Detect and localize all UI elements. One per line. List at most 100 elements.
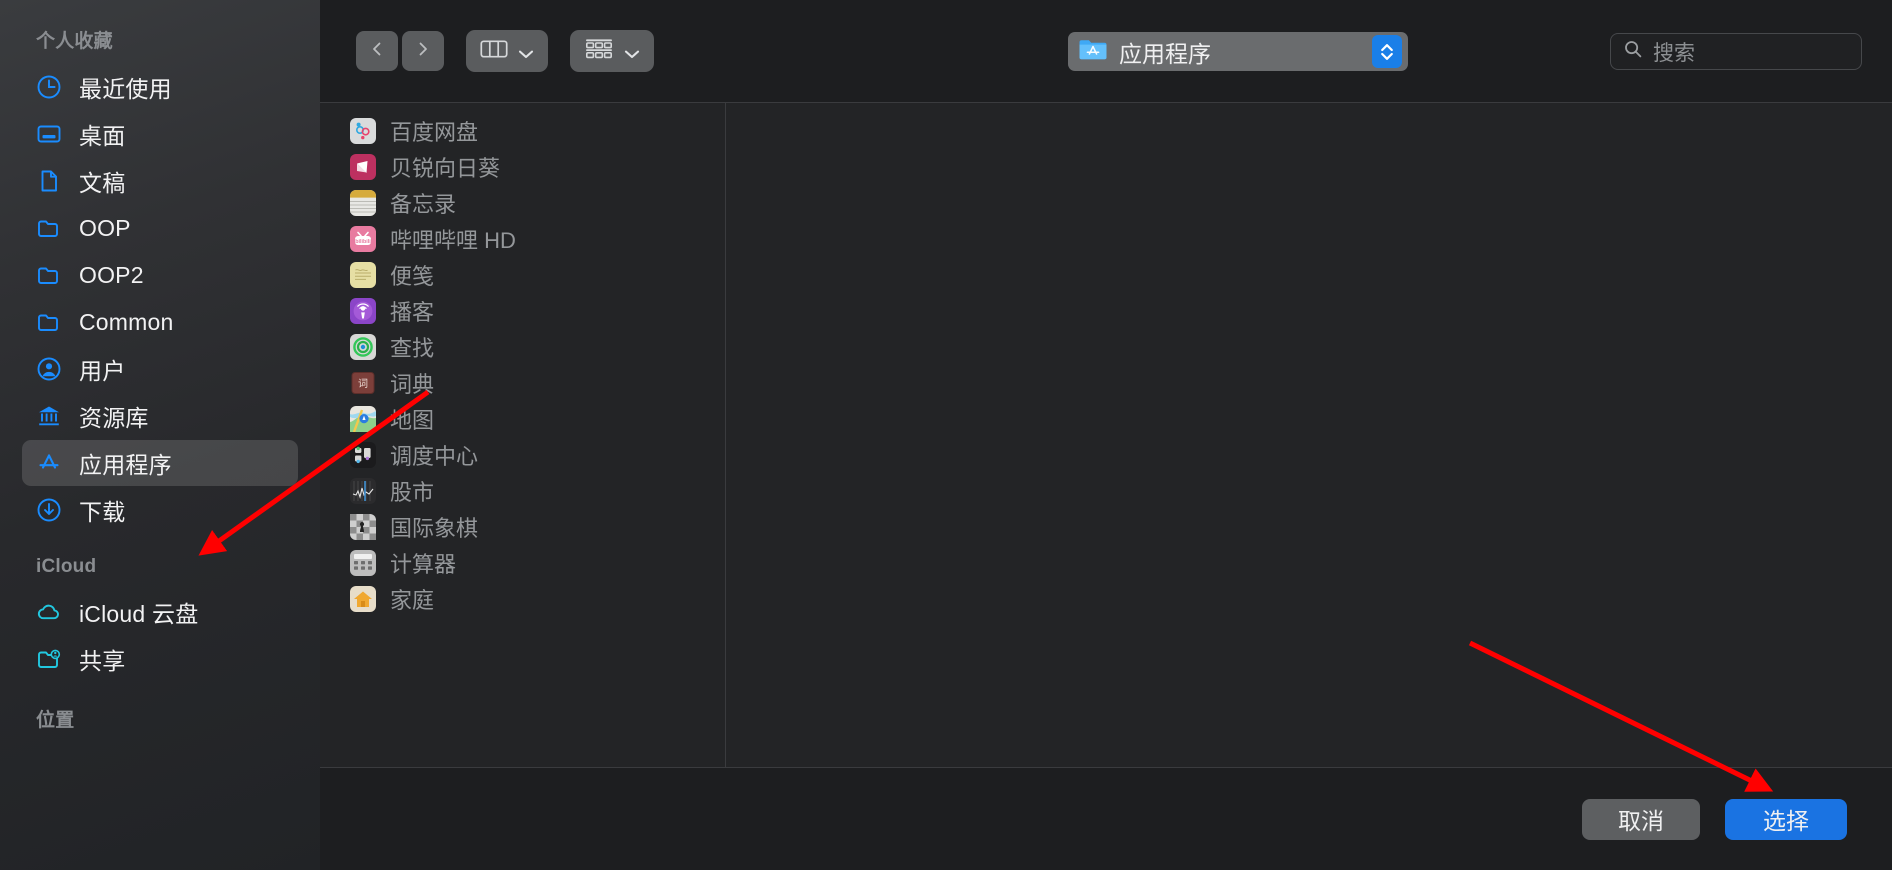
list-item-label: 查找 <box>390 336 435 361</box>
chevron-down-icon <box>518 46 534 59</box>
choose-button[interactable]: 选择 <box>1725 798 1847 840</box>
path-popup-button[interactable]: 应用程序 <box>1068 32 1408 71</box>
group-by-icon <box>584 37 614 66</box>
sidebar-item-recents[interactable]: 最近使用 <box>22 64 298 110</box>
file-list-column[interactable]: 百度网盘 贝锐向日葵 备忘录 bilibili 哔哩哔哩 HD 便笺 播客 查找… <box>320 103 726 767</box>
sidebar-item-label: OOP2 <box>79 261 144 288</box>
back-button[interactable] <box>356 31 398 71</box>
group-by-button[interactable] <box>570 30 654 72</box>
stocks-icon <box>350 478 376 504</box>
chevron-left-icon <box>367 39 387 64</box>
document-icon <box>36 168 62 194</box>
sidebar-section-title-favorites: 个人收藏 <box>36 31 113 52</box>
list-item-label: 百度网盘 <box>390 120 479 145</box>
desktop-icon <box>36 121 62 147</box>
sidebar-item-downloads[interactable]: 下载 <box>22 487 298 533</box>
user-icon <box>36 356 62 382</box>
sunlogin-icon <box>350 154 376 180</box>
list-item[interactable]: 国际象棋 <box>320 509 725 545</box>
view-mode-button[interactable] <box>466 30 548 72</box>
cancel-button[interactable]: 取消 <box>1582 798 1700 840</box>
sidebar-item-shared[interactable]: 共享 <box>22 636 298 682</box>
sidebar: 个人收藏 最近使用 桌面 文稿 OOP OOP2 Common 用户 资源库 应… <box>0 0 320 870</box>
sidebar-item-label: 应用程序 <box>79 452 172 478</box>
dialog-footer: 取消 选择 <box>320 767 1892 870</box>
list-item-label: 调度中心 <box>390 444 479 469</box>
list-item[interactable]: 股市 <box>320 473 725 509</box>
list-item[interactable]: 地图 <box>320 401 725 437</box>
list-item[interactable]: 贝锐向日葵 <box>320 149 725 185</box>
toolbar: 应用程序 搜索 <box>320 0 1892 102</box>
list-item-label: 股市 <box>390 480 435 505</box>
cloud-icon <box>36 599 62 625</box>
list-item-label: 播客 <box>390 300 435 325</box>
sidebar-item-oop2[interactable]: OOP2 <box>22 252 298 298</box>
sidebar-item-label: 共享 <box>79 648 126 674</box>
list-item[interactable]: 百度网盘 <box>320 113 725 149</box>
dialog-body: 个人收藏 最近使用 桌面 文稿 OOP OOP2 Common 用户 资源库 应… <box>0 0 1892 870</box>
forward-button[interactable] <box>402 31 444 71</box>
sidebar-section-title-locations: 位置 <box>36 710 75 731</box>
list-item-label: 地图 <box>390 408 435 433</box>
list-item[interactable]: 计算器 <box>320 545 725 581</box>
sidebar-item-label: 文稿 <box>79 170 126 196</box>
sidebar-item-label: 下载 <box>79 499 126 525</box>
path-label: 应用程序 <box>1119 40 1211 67</box>
list-item-label: 哔哩哔哩 HD <box>390 228 516 253</box>
sidebar-item-label: 桌面 <box>79 123 126 149</box>
sidebar-section-title-icloud: iCloud <box>36 556 97 577</box>
file-picker-dialog: 个人收藏 最近使用 桌面 文稿 OOP OOP2 Common 用户 资源库 应… <box>0 0 1892 870</box>
search-input[interactable]: 搜索 <box>1610 33 1862 70</box>
list-item-label: 词典 <box>390 372 435 397</box>
notes-icon <box>350 190 376 216</box>
sidebar-item-label: 用户 <box>79 358 126 384</box>
sidebar-item-icloud-drive[interactable]: iCloud 云盘 <box>22 589 298 635</box>
chess-icon <box>350 514 376 540</box>
sidebar-item-oop[interactable]: OOP <box>22 205 298 251</box>
clock-icon <box>36 74 62 100</box>
findmy-icon <box>350 334 376 360</box>
list-item[interactable]: 便笺 <box>320 257 725 293</box>
list-item[interactable]: bilibili 哔哩哔哩 HD <box>320 221 725 257</box>
list-item[interactable]: 家庭 <box>320 581 725 617</box>
list-item-label: 国际象棋 <box>390 516 479 541</box>
sidebar-item-library[interactable]: 资源库 <box>22 393 298 439</box>
up-down-stepper-icon[interactable] <box>1372 35 1402 68</box>
appstore-icon <box>36 450 62 476</box>
folder-icon <box>36 262 62 288</box>
list-item[interactable]: 备忘录 <box>320 185 725 221</box>
mission-control-icon <box>350 442 376 468</box>
column-view-icon <box>480 38 508 65</box>
list-item-label: 计算器 <box>390 552 457 577</box>
search-placeholder: 搜索 <box>1653 41 1695 65</box>
sidebar-item-desktop[interactable]: 桌面 <box>22 111 298 157</box>
sidebar-item-label: iCloud 云盘 <box>79 601 199 627</box>
browser-columns: 百度网盘 贝锐向日葵 备忘录 bilibili 哔哩哔哩 HD 便笺 播客 查找… <box>320 102 1892 767</box>
chevron-down-icon <box>624 46 640 59</box>
list-item[interactable]: 播客 <box>320 293 725 329</box>
preview-column[interactable] <box>726 103 1892 767</box>
shared-folder-icon <box>36 646 62 672</box>
list-item[interactable]: 调度中心 <box>320 437 725 473</box>
folder-icon <box>36 215 62 241</box>
calculator-icon <box>350 550 376 576</box>
stickies-icon <box>350 262 376 288</box>
baidu-netdisk-icon <box>350 118 376 144</box>
sidebar-item-users[interactable]: 用户 <box>22 346 298 392</box>
list-item-label: 贝锐向日葵 <box>390 156 501 181</box>
list-item-label: 便笺 <box>390 264 435 289</box>
sidebar-item-applications[interactable]: 应用程序 <box>22 440 298 486</box>
svg-text:bilibili: bilibili <box>355 239 371 245</box>
list-item[interactable]: 词 词典 <box>320 365 725 401</box>
sidebar-item-common[interactable]: Common <box>22 299 298 345</box>
appstore-folder-icon <box>1078 36 1108 67</box>
sidebar-item-documents[interactable]: 文稿 <box>22 158 298 204</box>
download-icon <box>36 497 62 523</box>
sidebar-item-label: 资源库 <box>79 405 149 431</box>
library-icon <box>36 403 62 429</box>
sidebar-item-label: Common <box>79 308 174 335</box>
dictionary-icon: 词 <box>350 370 376 396</box>
maps-icon <box>350 406 376 433</box>
list-item[interactable]: 查找 <box>320 329 725 365</box>
